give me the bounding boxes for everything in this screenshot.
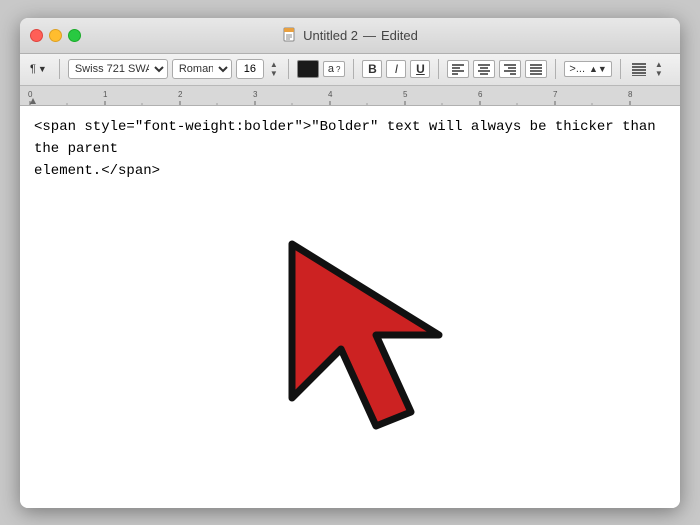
svg-text:4: 4 [328, 90, 333, 99]
font-size-input[interactable] [236, 59, 264, 79]
character-style-button[interactable]: a? [323, 61, 346, 77]
paragraph-group: ¶ ▼ [26, 61, 51, 77]
align-left-button[interactable] [447, 60, 469, 78]
separator-4 [438, 59, 439, 79]
list-up[interactable]: ▲ [653, 60, 665, 69]
list-button[interactable] [629, 60, 649, 78]
ruler: 0 1 2 3 4 5 6 7 8 [20, 86, 680, 106]
content-line2: element.</span> [34, 163, 160, 179]
paragraph-icon: ¶ [30, 63, 36, 75]
italic-button[interactable]: I [386, 60, 406, 78]
title-separator: — [363, 28, 376, 43]
color-swatch[interactable] [297, 60, 319, 78]
font-size-up[interactable]: ▲ [268, 60, 280, 69]
font-size-down[interactable]: ▼ [268, 69, 280, 78]
maximize-button[interactable] [68, 29, 81, 42]
toolbar: ¶ ▼ Swiss 721 SWA Roman ▲ ▼ a? B [20, 54, 680, 86]
ruler-svg: 0 1 2 3 4 5 6 7 8 [20, 86, 680, 106]
list-stepper[interactable]: ▲ ▼ [653, 60, 665, 78]
window-title-area: Untitled 2 — Edited [282, 27, 418, 43]
font-size-stepper[interactable]: ▲ ▼ [268, 60, 280, 78]
font-name-select[interactable]: Swiss 721 SWA [68, 59, 168, 79]
separator-2 [288, 59, 289, 79]
align-center-button[interactable] [473, 60, 495, 78]
svg-text:1: 1 [103, 90, 108, 99]
paragraph-button[interactable]: ¶ ▼ [26, 61, 51, 77]
document-text[interactable]: <span style="font-weight:bolder">"Bolder… [20, 106, 680, 193]
cursor-arrow [250, 216, 530, 496]
window-title: Untitled 2 [303, 28, 358, 43]
underline-button[interactable]: U [410, 60, 430, 78]
svg-text:6: 6 [478, 90, 483, 99]
separator-1 [59, 59, 60, 79]
arrow-cursor-svg [250, 216, 530, 496]
list-icon [631, 62, 647, 76]
align-left-icon [451, 63, 465, 75]
align-justify-icon [529, 63, 543, 75]
align-right-icon [503, 63, 517, 75]
svg-text:7: 7 [553, 90, 558, 99]
content-line1: <span style="font-weight:bolder">"Bolder… [34, 119, 656, 157]
minimize-button[interactable] [49, 29, 62, 42]
svg-text:5: 5 [403, 90, 408, 99]
window-subtitle: Edited [381, 28, 418, 43]
bold-button[interactable]: B [362, 60, 382, 78]
svg-text:3: 3 [253, 90, 258, 99]
svg-text:8: 8 [628, 90, 633, 99]
paragraph-chevron: ▼ [38, 64, 47, 74]
content-area[interactable]: <span style="font-weight:bolder">"Bolder… [20, 106, 680, 508]
document-icon [282, 27, 298, 43]
traffic-lights [30, 29, 81, 42]
align-right-button[interactable] [499, 60, 521, 78]
svg-text:0: 0 [28, 90, 33, 99]
close-button[interactable] [30, 29, 43, 42]
align-center-icon [477, 63, 491, 75]
font-style-select[interactable]: Roman [172, 59, 232, 79]
app-window: Untitled 2 — Edited ¶ ▼ Swiss 721 SWA Ro… [20, 18, 680, 508]
list-down[interactable]: ▼ [653, 69, 665, 78]
separator-3 [353, 59, 354, 79]
separator-5 [555, 59, 556, 79]
svg-text:2: 2 [178, 90, 183, 99]
titlebar: Untitled 2 — Edited [20, 18, 680, 54]
align-justify-button[interactable] [525, 60, 547, 78]
separator-6 [620, 59, 621, 79]
more-options-button[interactable]: >... ▲▼ [564, 61, 611, 77]
